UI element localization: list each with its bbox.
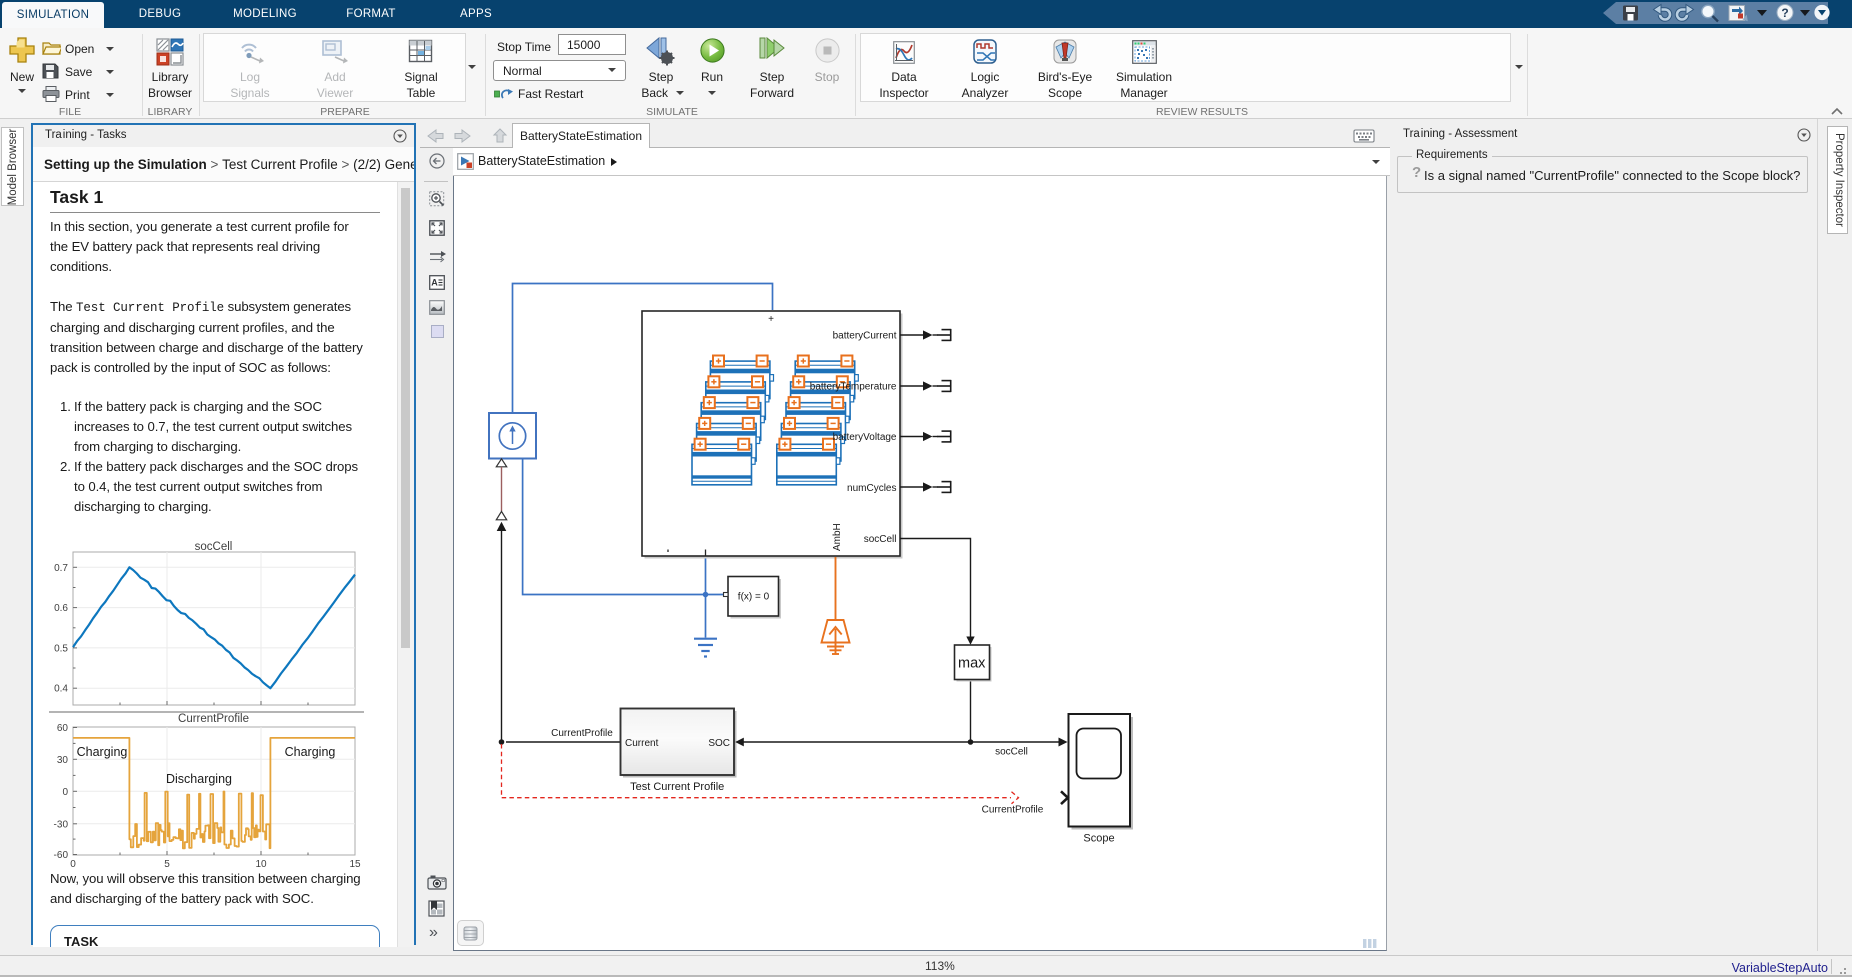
svg-text:socCell: socCell <box>195 541 233 553</box>
svg-text:socCell: socCell <box>864 534 897 545</box>
svg-text:Scope: Scope <box>1083 833 1114 845</box>
svg-text:Charging: Charging <box>285 745 336 759</box>
svg-text:f(x) = 0: f(x) = 0 <box>738 592 770 603</box>
svg-text:Test Current Profile: Test Current Profile <box>630 781 724 793</box>
svg-text:0.7: 0.7 <box>54 563 68 574</box>
svg-text:A: A <box>431 278 438 288</box>
svg-text:batteryVoltage: batteryVoltage <box>833 432 897 443</box>
svg-text:batteryTemperature: batteryTemperature <box>810 382 897 393</box>
svg-text:AmbH: AmbH <box>832 523 843 551</box>
svg-text:30: 30 <box>57 755 69 766</box>
svg-text:0: 0 <box>62 787 68 798</box>
svg-text:socCell: socCell <box>995 747 1028 758</box>
svg-text:0.6: 0.6 <box>54 603 68 614</box>
svg-text:Discharging: Discharging <box>166 772 232 786</box>
svg-text:Charging: Charging <box>77 745 128 759</box>
svg-text:Current: Current <box>625 738 659 749</box>
svg-text:max: max <box>958 656 986 672</box>
svg-text:0.4: 0.4 <box>54 684 68 695</box>
svg-text:batteryCurrent: batteryCurrent <box>833 331 897 342</box>
svg-text:CurrentProfile: CurrentProfile <box>551 728 613 739</box>
svg-text:CurrentProfile: CurrentProfile <box>982 805 1044 816</box>
svg-text:CurrentProfile: CurrentProfile <box>178 713 249 725</box>
svg-text:60: 60 <box>57 723 69 734</box>
svg-text:-30: -30 <box>54 819 69 830</box>
svg-text:0.5: 0.5 <box>54 643 68 654</box>
svg-text:+: + <box>768 314 774 325</box>
svg-text:-60: -60 <box>54 850 69 861</box>
svg-text:?: ? <box>1781 6 1788 20</box>
svg-text:numCycles: numCycles <box>847 483 896 494</box>
svg-text:SOC: SOC <box>708 738 730 749</box>
